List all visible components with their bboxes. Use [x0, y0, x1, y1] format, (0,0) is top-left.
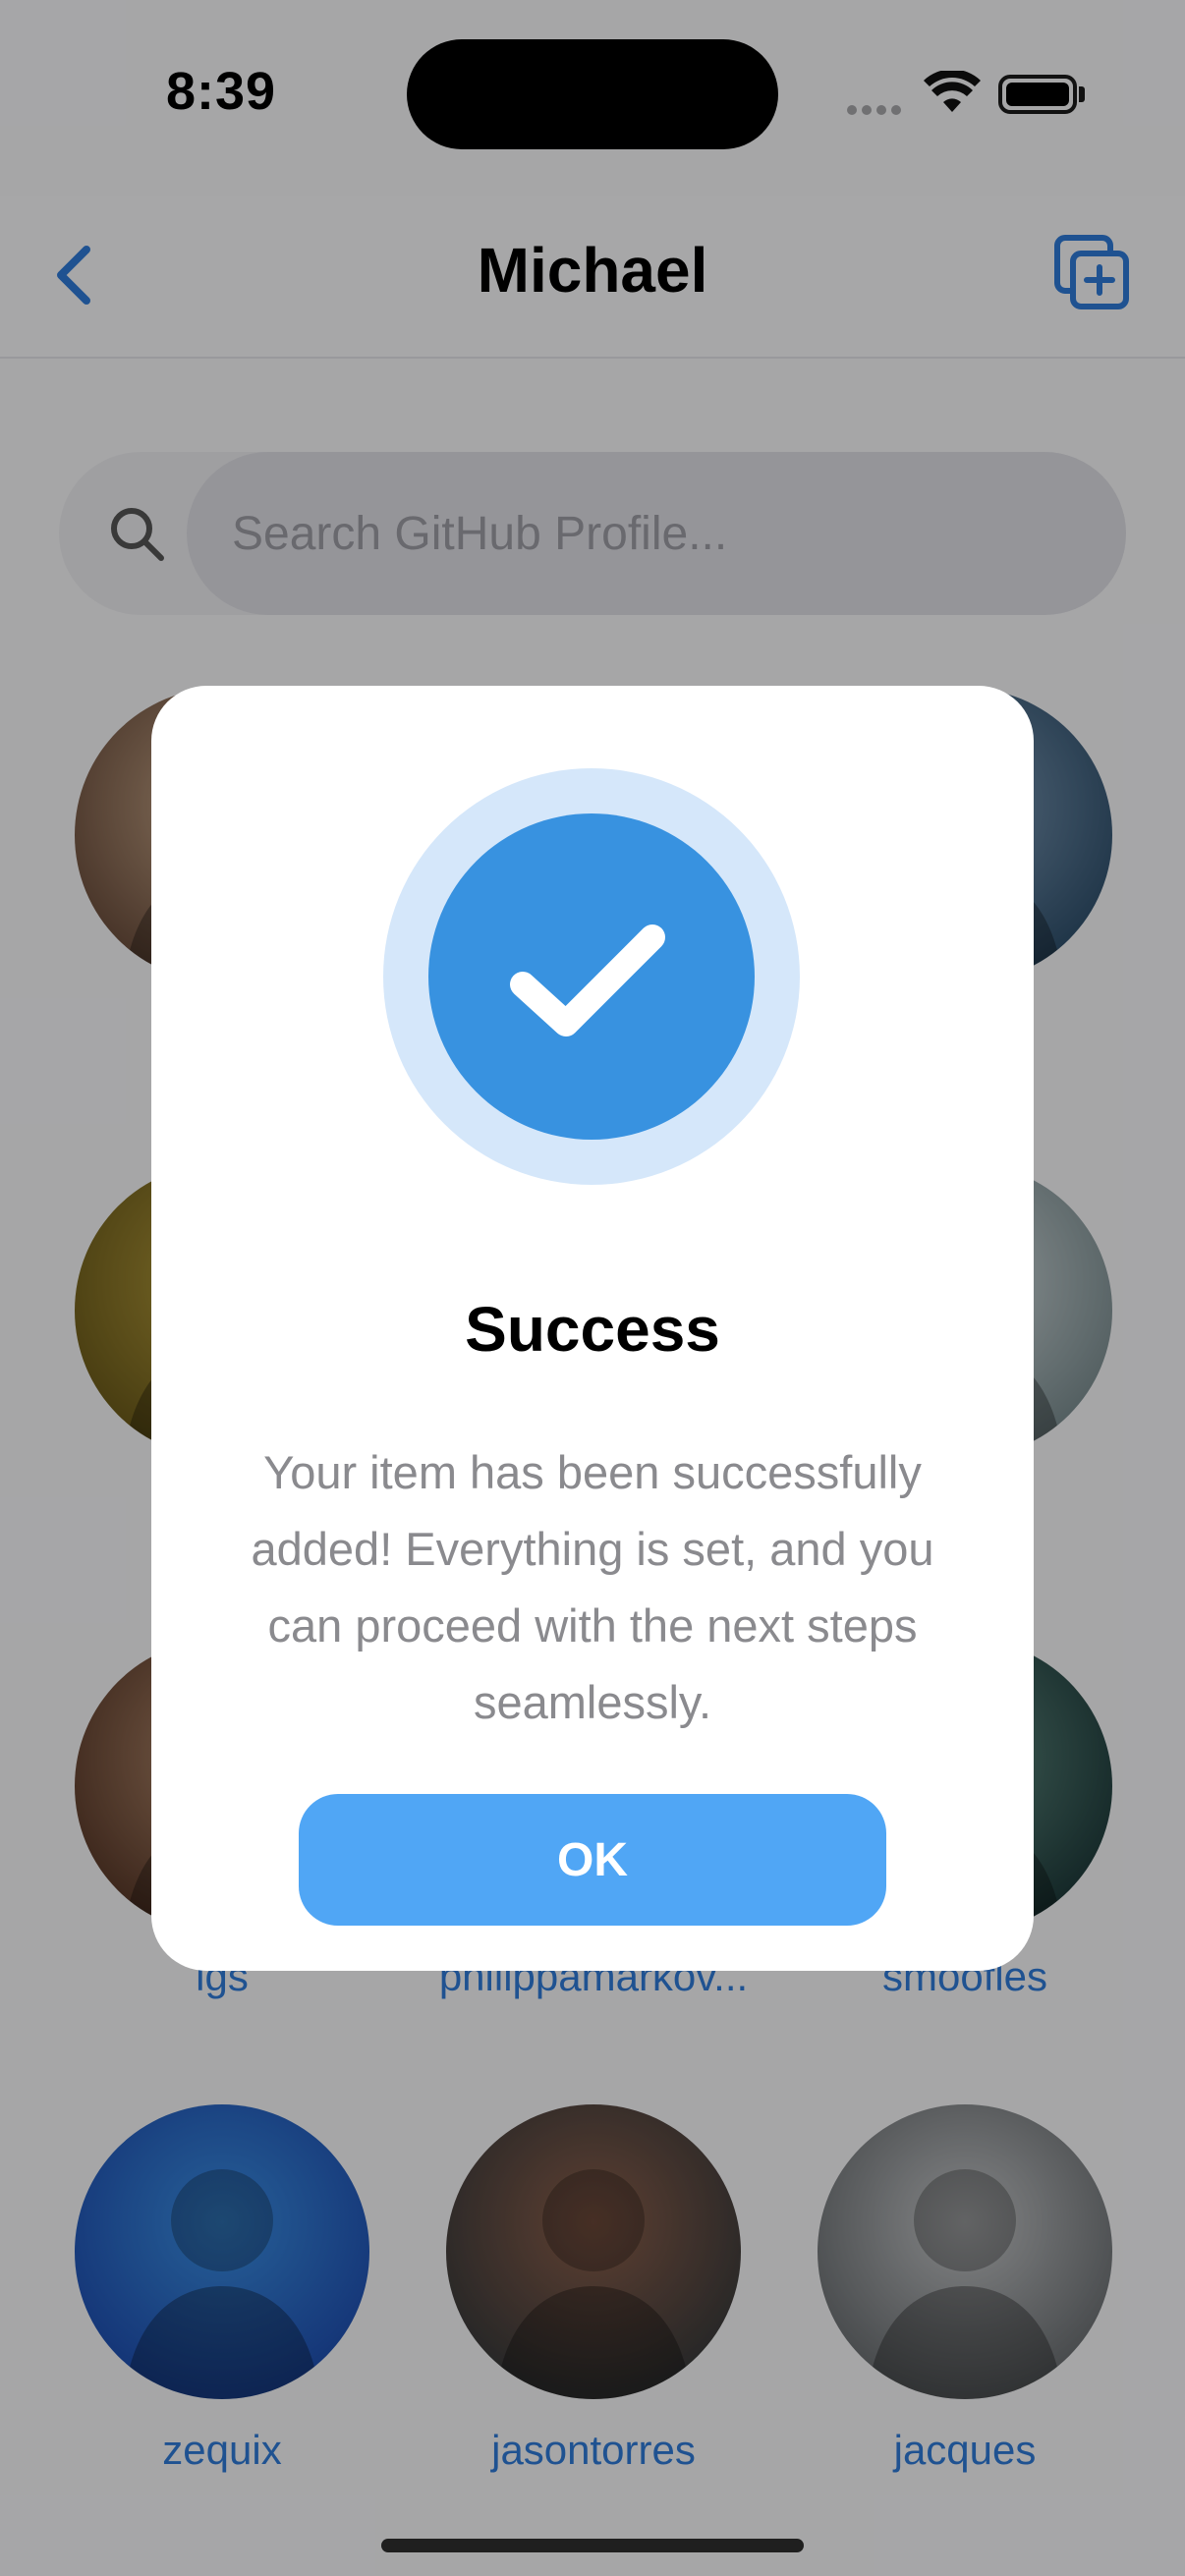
success-dialog: Success Your item has been successfully …: [151, 686, 1034, 1971]
checkmark-icon: [510, 924, 665, 1036]
home-indicator: [381, 2539, 804, 2552]
dialog-message: Your item has been successfully added! E…: [251, 1446, 934, 1728]
dialog-title: Success: [465, 1294, 720, 1365]
ok-button[interactable]: OK: [299, 1794, 886, 1926]
